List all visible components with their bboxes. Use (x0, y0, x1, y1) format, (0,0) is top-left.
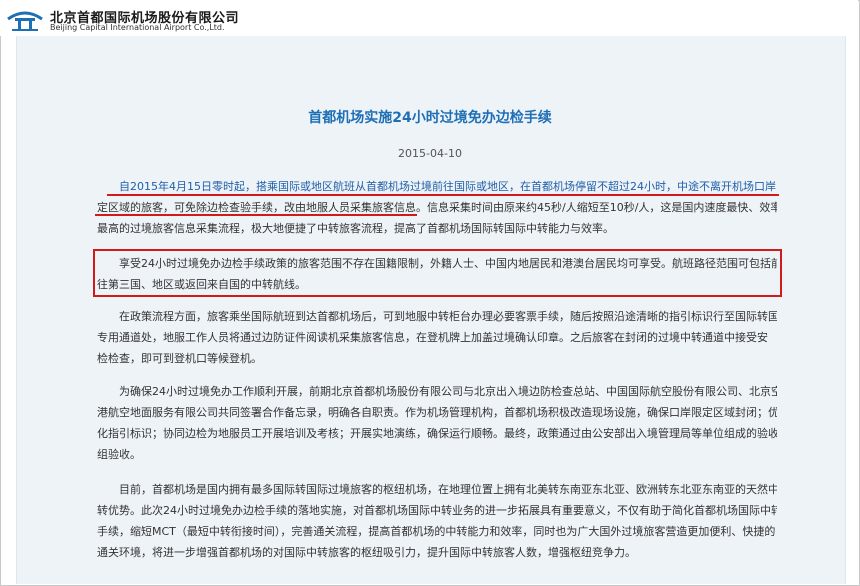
paragraph-line: 通关环境，将进一步增强首都机场的对国际中转旅客的枢纽吸引力，提升国际中转旅客人数… (97, 546, 636, 559)
paragraph-4: 为确保24小时过境免办工作顺利开展，前期北京首都机场股份有限公司与北京出入境边防… (97, 381, 777, 465)
paragraph-line: 检检查，即可到登机口等候登机。 (97, 352, 262, 365)
paragraph-line: 组验收。 (97, 448, 141, 461)
underline-annotation (107, 194, 779, 196)
paragraph-line: 为确保24小时过境免办工作顺利开展，前期北京首都机场股份有限公司与北京出入境边防… (119, 385, 777, 398)
site-header: 北京首都国际机场股份有限公司 Beijing Capital Internati… (0, 0, 858, 36)
paragraph-line: 化指引标识；协同边检为地服员工开展培训及考核；开展实地演练，确保运行顺畅。最终，… (97, 427, 777, 440)
paragraph-line: 转优势。此次24小时过境免办边检手续的落地实施，对首都机场国际中转业务的进一步拓… (97, 504, 777, 517)
underline-annotation (95, 214, 417, 216)
company-name-en: Beijing Capital International Airport Co… (50, 23, 225, 32)
airport-logo-icon[interactable] (6, 5, 44, 33)
highlight-box-annotation (93, 249, 782, 297)
paragraph-line: 最高的过境旅客信息采集流程，极大地便捷了中转旅客流程，提高了首都机场国际转国际中… (97, 222, 614, 235)
paragraph-line: 目前，首都机场是国内拥有最多国际转国际过境旅客的枢纽机场，在地理位置上拥有北美转… (119, 483, 777, 496)
paragraph-3: 在政策流程方面，旅客乘坐国际航班到达首都机场后，可到地服中转柜台办理必要客票手续… (97, 306, 777, 369)
paragraph-1: 自2015年4月15日零时起，搭乘国际或地区航班从首都机场过境前往国际或地区，在… (97, 176, 777, 239)
paragraph-line: 港航空地面服务有限公司共同签署合作备忘录，明确各自职责。作为机场管理机构，首都机… (97, 406, 777, 419)
article-title: 首都机场实施24小时过境免办边检手续 (308, 110, 552, 126)
paragraph-line: 在政策流程方面，旅客乘坐国际航班到达首都机场后，可到地服中转柜台办理必要客票手续… (119, 310, 777, 323)
article-date: 2015-04-10 (398, 147, 462, 160)
paragraph-line: 手续，缩短MCT（最短中转衔接时间），完善通关流程，提高首都机场的中转能力和效率… (97, 525, 776, 538)
paragraph-line: 专用通道处，地服工作人员将通过边防证件阅读机采集旅客信息，在登机牌上加盖过境确认… (97, 331, 768, 344)
paragraph-5: 目前，首都机场是国内拥有最多国际转国际过境旅客的枢纽机场，在地理位置上拥有北美转… (97, 479, 777, 563)
